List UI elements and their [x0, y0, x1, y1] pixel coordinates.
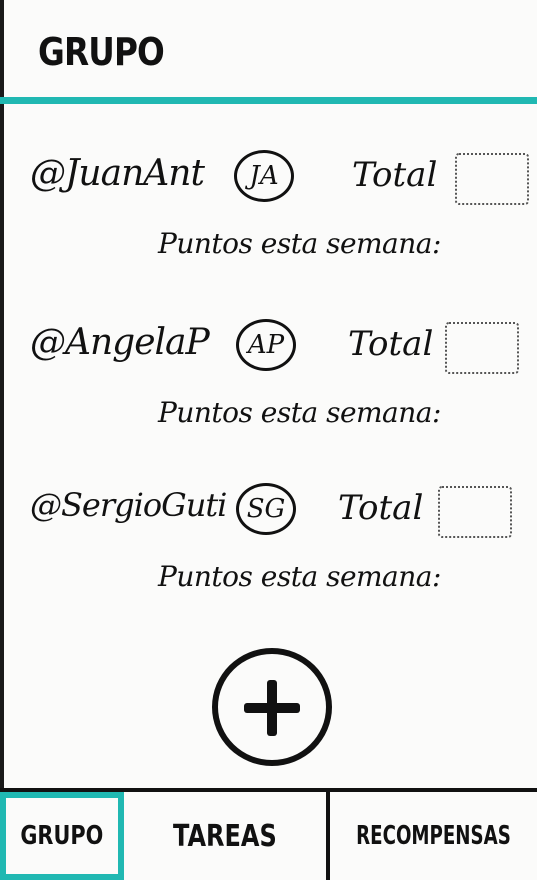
total-points-box	[438, 486, 512, 538]
header-divider	[0, 97, 537, 104]
bottom-nav: GRUPO TAREAS RECOMPENSAS	[0, 788, 537, 880]
total-label: Total	[338, 488, 424, 528]
member-handle[interactable]: @SergioGuti	[30, 486, 227, 524]
page-title: GRUPO	[38, 30, 165, 74]
avatar[interactable]: AP	[236, 319, 296, 371]
total-points-box	[455, 153, 529, 205]
total-label: Total	[352, 155, 438, 195]
tab-tareas[interactable]: TAREAS	[124, 792, 330, 880]
weekly-points-label: Puntos esta semana:	[158, 560, 441, 593]
header: GRUPO	[0, 0, 537, 104]
avatar[interactable]: SG	[236, 483, 296, 535]
member-row: @AngelaP AP Total Puntos esta semana:	[0, 319, 537, 452]
avatar[interactable]: JA	[234, 150, 294, 202]
member-row: @SergioGuti SG Total Puntos esta semana:	[0, 483, 537, 616]
weekly-points-label: Puntos esta semana:	[158, 227, 441, 260]
member-handle[interactable]: @JuanAnt	[30, 153, 205, 194]
total-points-box	[445, 322, 519, 374]
tab-recompensas[interactable]: RECOMPENSAS	[330, 792, 537, 880]
tab-grupo[interactable]: GRUPO	[0, 792, 124, 880]
member-handle[interactable]: @AngelaP	[30, 322, 210, 363]
member-row: @JuanAnt JA Total Puntos esta semana:	[0, 150, 537, 283]
weekly-points-label: Puntos esta semana:	[158, 396, 441, 429]
add-member-button[interactable]	[212, 648, 332, 766]
total-label: Total	[348, 324, 434, 364]
